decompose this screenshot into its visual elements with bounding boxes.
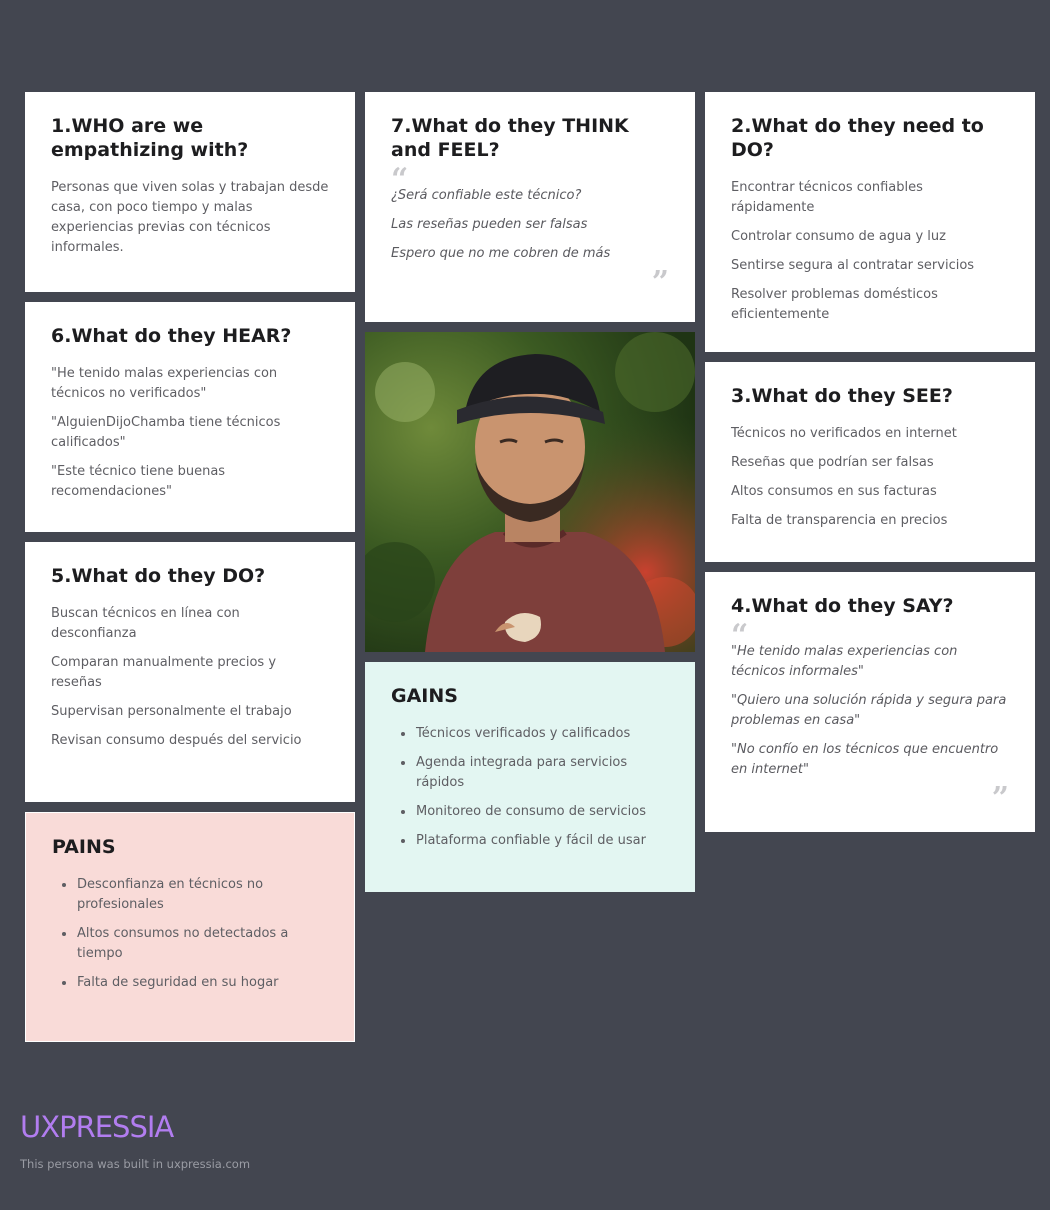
pains-list: Desconfianza en técnicos no profesionale… (52, 875, 328, 993)
hear-card: 6.What do they HEAR? "He tenido malas ex… (25, 302, 355, 532)
think-feel-item: ¿Será confiable este técnico? (391, 188, 582, 203)
pains-card: PAINS Desconfianza en técnicos no profes… (25, 812, 355, 1042)
say-item: "No confío en los técnicos que encuentro… (731, 742, 999, 777)
gains-item: Monitoreo de consumo de servicios (401, 802, 669, 822)
see-title: 3.What do they SEE? (731, 385, 953, 407)
do-item: Supervisan personalmente el trabajo (51, 704, 292, 719)
hear-list: "He tenido malas experiencias con técnic… (51, 364, 329, 502)
gains-title: GAINS (391, 685, 458, 707)
pains-item: Desconfianza en técnicos no profesionale… (62, 875, 328, 915)
persona-photo (365, 332, 695, 652)
hear-item: "AlguienDijoChamba tiene técnicos califi… (51, 415, 281, 450)
see-item: Altos consumos en sus facturas (731, 484, 937, 499)
gains-item: Agenda integrada para servicios rápidos (401, 753, 669, 793)
do-item: Revisan consumo después del servicio (51, 733, 302, 748)
who-card: 1.WHO are we empathizing with? Personas … (25, 92, 355, 292)
need-item: Encontrar técnicos confiables rápidament… (731, 180, 923, 215)
gains-item: Plataforma confiable y fácil de usar (401, 831, 669, 851)
footer-caption: This persona was built in uxpressia.com (20, 1157, 251, 1171)
gains-card: GAINS Técnicos verificados y calificados… (365, 662, 695, 892)
who-list: Personas que viven solas y trabajan desd… (51, 178, 329, 258)
need-item: Sentirse segura al contratar servicios (731, 258, 975, 273)
need-card: 2.What do they need to DO? Encontrar téc… (705, 92, 1035, 352)
need-list: Encontrar técnicos confiables rápidament… (731, 178, 1009, 325)
gains-item: Técnicos verificados y calificados (401, 724, 669, 744)
see-item: Falta de transparencia en precios (731, 513, 948, 528)
think-feel-item: Espero que no me cobren de más (391, 246, 611, 261)
see-list: Técnicos no verificados en internet Rese… (731, 424, 1009, 531)
need-title: 2.What do they need to DO? (731, 115, 984, 161)
persona-photo-illustration (365, 332, 695, 652)
do-list: Buscan técnicos en línea con desconfianz… (51, 604, 329, 751)
close-quote-icon: ” (651, 265, 669, 300)
think-feel-item: Las reseñas pueden ser falsas (391, 217, 588, 232)
hear-title: 6.What do they HEAR? (51, 325, 292, 347)
say-item: "He tenido malas experiencias con técnic… (731, 644, 958, 679)
say-title: 4.What do they SAY? (731, 595, 954, 617)
open-quote-icon: “ (391, 162, 409, 197)
who-item: Personas que viven solas y trabajan desd… (51, 180, 329, 255)
see-item: Técnicos no verificados en internet (731, 426, 957, 441)
gains-list: Técnicos verificados y calificados Agend… (391, 724, 669, 851)
open-quote-icon: “ (731, 618, 749, 653)
pains-item: Altos consumos no detectados a tiempo (62, 924, 328, 964)
do-card: 5.What do they DO? Buscan técnicos en lí… (25, 542, 355, 802)
pains-title: PAINS (52, 836, 116, 858)
need-item: Resolver problemas domésticos eficientem… (731, 287, 938, 322)
hear-item: "Este técnico tiene buenas recomendacion… (51, 464, 226, 499)
say-card: 4.What do they SAY? “ "He tenido malas e… (705, 572, 1035, 832)
see-card: 3.What do they SEE? Técnicos no verifica… (705, 362, 1035, 562)
think-feel-list: ¿Será confiable este técnico? Las reseña… (391, 186, 669, 264)
say-list: "He tenido malas experiencias con técnic… (731, 642, 1009, 780)
need-item: Controlar consumo de agua y luz (731, 229, 946, 244)
pains-item: Falta de seguridad en su hogar (62, 973, 328, 993)
think-feel-card: 7.What do they THINK and FEEL? “ ¿Será c… (365, 92, 695, 322)
do-item: Comparan manualmente precios y reseñas (51, 655, 277, 690)
see-item: Reseñas que podrían ser falsas (731, 455, 934, 470)
say-item: "Quiero una solución rápida y segura par… (731, 693, 1007, 728)
hear-item: "He tenido malas experiencias con técnic… (51, 366, 278, 401)
do-title: 5.What do they DO? (51, 565, 266, 587)
close-quote-icon: ” (991, 781, 1009, 816)
think-feel-title: 7.What do they THINK and FEEL? (391, 115, 629, 161)
do-item: Buscan técnicos en línea con desconfianz… (51, 606, 240, 641)
uxpressia-logo[interactable]: UXPRESSIA (20, 1110, 174, 1144)
who-title: 1.WHO are we empathizing with? (51, 115, 249, 161)
